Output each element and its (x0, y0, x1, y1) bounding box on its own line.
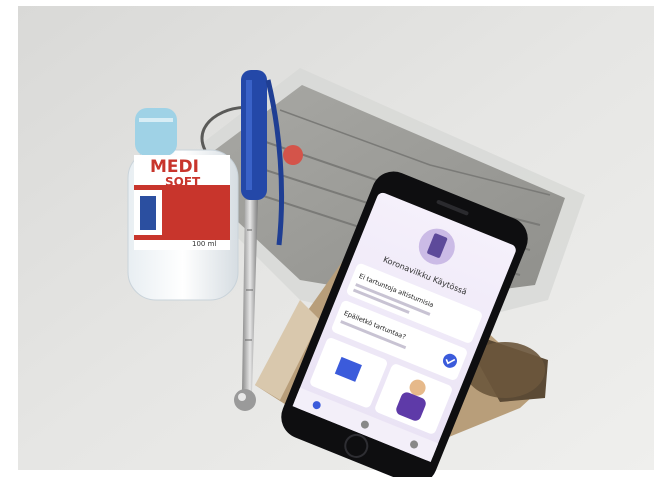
photo-scene: Koronavilkku Käytössä Ei tartuntoja alti… (0, 0, 664, 477)
bottle-brand-line2: SOFT (165, 175, 201, 189)
bottle-volume: 100 ml (192, 240, 216, 248)
pointer-ball-tip (234, 389, 256, 411)
bottle-brand-line1: MEDI (150, 157, 199, 177)
mask-logo-icon (283, 145, 303, 165)
bottle-cap (135, 108, 177, 156)
pen-body (241, 70, 267, 200)
photo-canvas: Koronavilkku Käytössä Ei tartuntoja alti… (0, 0, 664, 477)
